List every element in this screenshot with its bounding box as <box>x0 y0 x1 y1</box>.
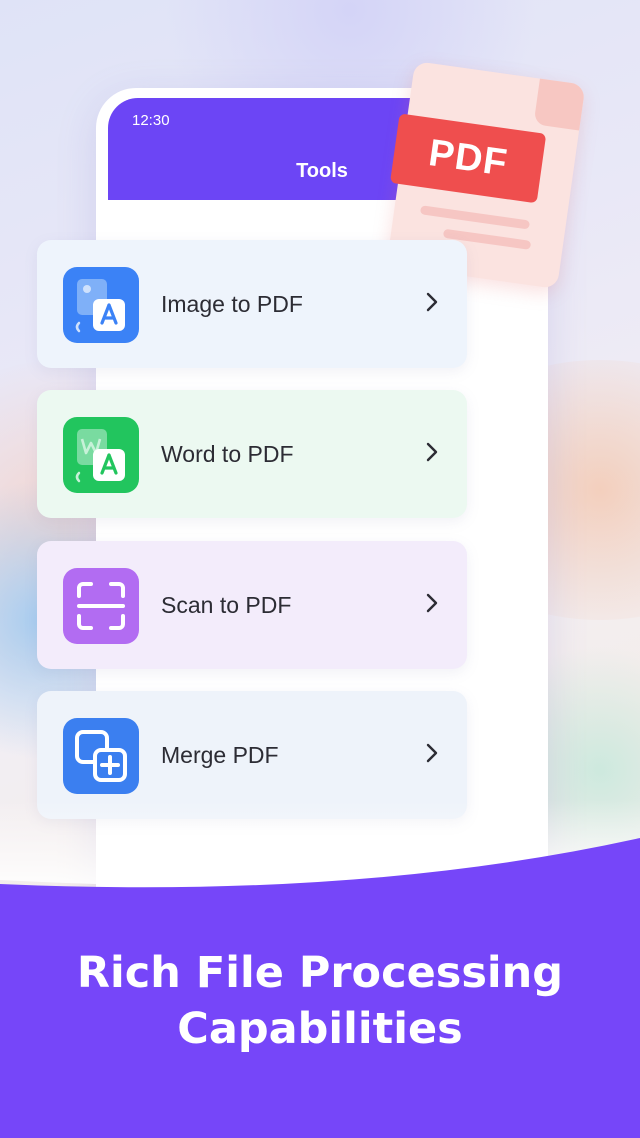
headline: Rich File Processing Capabilities <box>0 945 640 1057</box>
headline-line-2: Capabilities <box>177 1004 463 1054</box>
headline-line-1: Rich File Processing <box>76 948 564 998</box>
